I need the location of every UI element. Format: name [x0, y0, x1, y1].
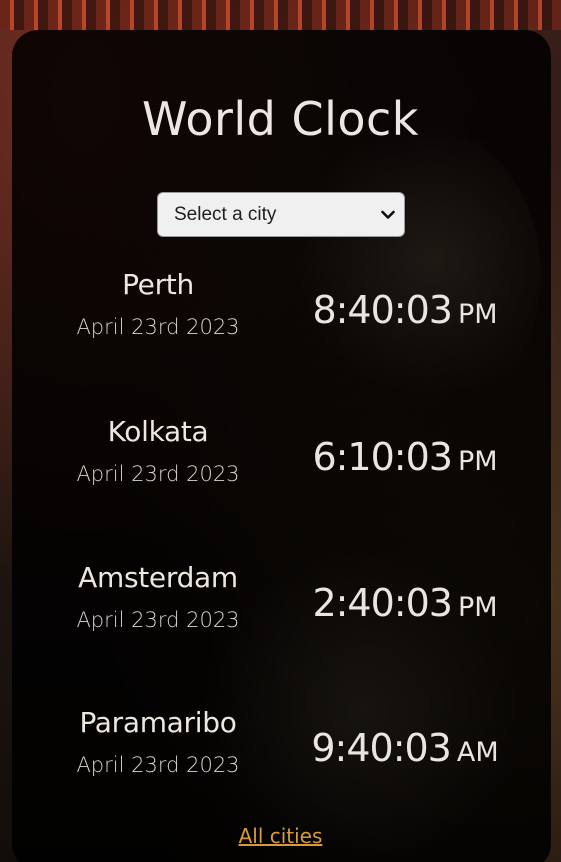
page-title: World Clock	[142, 92, 419, 146]
city-select-value: Select a city	[174, 203, 277, 225]
city-row: Kolkata April 23rd 2023 6:10:03 PM	[0, 415, 561, 525]
city-time: 2:40:03 PM	[290, 581, 520, 625]
time-value: 8:40:03	[312, 288, 452, 332]
city-row: Perth April 23rd 2023 8:40:03 PM	[0, 268, 561, 378]
time-value: 2:40:03	[312, 581, 452, 625]
all-cities-footer: All cities	[0, 824, 561, 848]
city-date: April 23rd 2023	[76, 315, 240, 339]
city-date: April 23rd 2023	[76, 608, 240, 632]
city-info: Kolkata April 23rd 2023	[40, 415, 276, 486]
city-time: 6:10:03 PM	[290, 435, 520, 479]
city-time: 8:40:03 PM	[290, 288, 520, 332]
city-name: Perth	[122, 268, 194, 301]
city-row: Paramaribo April 23rd 2023 9:40:03 AM	[0, 706, 561, 816]
city-info: Perth April 23rd 2023	[40, 268, 276, 339]
city-name: Paramaribo	[79, 706, 237, 739]
background-beads	[0, 0, 561, 30]
all-cities-link[interactable]: All cities	[239, 824, 323, 848]
time-value: 9:40:03	[311, 726, 451, 770]
time-ampm: PM	[457, 592, 498, 623]
city-row: Amsterdam April 23rd 2023 2:40:03 PM	[0, 561, 561, 671]
chevron-down-icon	[380, 207, 396, 223]
city-select-box[interactable]: Select a city	[157, 192, 405, 237]
time-value: 6:10:03	[312, 435, 452, 479]
city-info: Amsterdam April 23rd 2023	[40, 561, 276, 632]
city-date: April 23rd 2023	[76, 462, 240, 486]
city-select[interactable]: Select a city	[157, 192, 405, 237]
city-name: Amsterdam	[78, 561, 238, 594]
time-ampm: PM	[457, 446, 498, 477]
city-name: Kolkata	[107, 415, 209, 448]
city-date: April 23rd 2023	[76, 753, 240, 777]
city-info: Paramaribo April 23rd 2023	[40, 706, 276, 777]
city-time: 9:40:03 AM	[290, 726, 520, 770]
time-ampm: PM	[457, 299, 498, 330]
time-ampm: AM	[456, 737, 499, 768]
